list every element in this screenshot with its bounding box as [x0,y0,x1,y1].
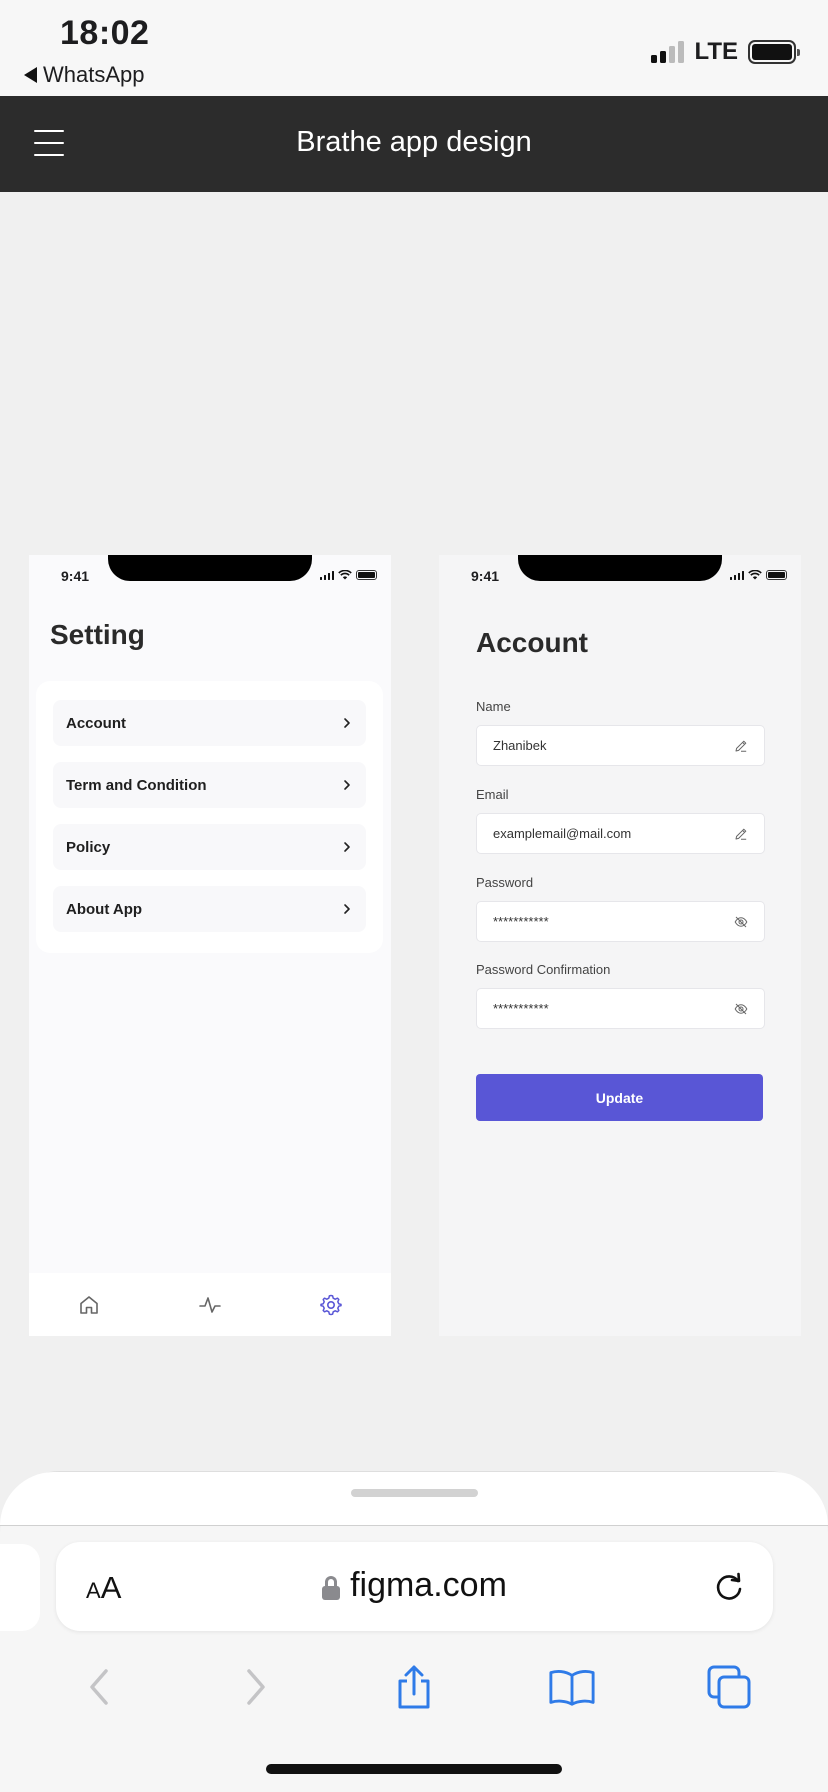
previous-tab-peek[interactable] [0,1544,40,1631]
share-button[interactable] [390,1663,438,1711]
password-field[interactable] [476,901,765,942]
eye-off-icon[interactable] [734,915,748,929]
url-text: figma.com [350,1566,507,1604]
phone-status-icons [729,570,787,580]
settings-item-terms[interactable]: Term and Condition [53,762,366,808]
sheet-header [0,1472,828,1526]
phone-clock: 9:41 [61,568,90,584]
phone-notch [108,555,312,581]
tab-settings[interactable] [316,1290,346,1320]
settings-item-label: Policy [66,838,111,856]
password-confirmation-label: Password Confirmation [476,962,611,977]
name-input[interactable] [493,738,713,753]
password-confirmation-input[interactable] [493,1001,713,1016]
cellular-signal-icon [651,41,685,63]
network-type: LTE [694,38,738,65]
chevron-right-icon [344,718,350,728]
file-title: Brathe app design [296,126,532,158]
safari-toolbar [0,1647,828,1727]
url-display[interactable]: figma.com [56,1566,773,1605]
page-title: Account [476,627,588,658]
password-confirmation-field[interactable] [476,988,765,1029]
signal-icon [729,570,744,580]
share-icon [398,1665,430,1709]
lock-icon [322,1575,341,1600]
pencil-icon[interactable] [734,827,748,841]
ios-status-bar: 18:02 WhatsApp LTE [0,0,828,96]
bookmarks-button[interactable] [548,1663,596,1711]
status-indicators: LTE [651,38,800,66]
settings-item-policy[interactable]: Policy [53,824,366,870]
account-screen-frame: 9:41 Account Name Email Password Passwor… [439,555,801,1336]
chevron-left-icon [90,1669,108,1705]
tabs-icon [707,1665,751,1709]
phone-battery-icon [356,570,377,580]
tab-activity[interactable] [195,1290,225,1320]
activity-icon [199,1296,221,1313]
safari-bottom-sheet: AA figma.com [0,1472,828,1792]
back-button[interactable] [75,1663,123,1711]
chevron-right-icon [344,842,350,852]
settings-item-account[interactable]: Account [53,700,366,746]
settings-item-label: About App [66,900,143,918]
phone-notch [518,555,722,581]
name-label: Name [476,699,511,714]
back-to-app-link[interactable]: WhatsApp [24,62,145,88]
chevron-right-icon [344,904,350,914]
sheet-grabber[interactable] [351,1489,478,1497]
setting-screen-frame: 9:41 Setting Account Term and Condition … [29,555,391,1336]
book-icon [549,1669,595,1706]
back-app-label: WhatsApp [43,62,145,87]
reload-icon[interactable] [711,1568,747,1604]
phone-status-icons [319,570,377,580]
settings-item-label: Account [66,714,126,732]
wifi-icon [748,570,762,580]
gear-icon [319,1294,342,1315]
battery-icon [748,40,800,64]
password-label: Password [476,875,534,890]
figma-header: Brathe app design [0,96,828,192]
settings-item-about[interactable]: About App [53,886,366,932]
password-input[interactable] [493,914,713,929]
email-label: Email [476,787,509,802]
chevron-right-icon [247,1669,266,1705]
address-bar[interactable]: AA figma.com [56,1542,773,1631]
chevron-right-icon [344,780,350,790]
phone-battery-icon [766,570,787,580]
back-triangle-icon [24,67,37,83]
forward-button[interactable] [232,1663,280,1711]
signal-icon [319,570,334,580]
clock: 18:02 [60,14,150,52]
name-field[interactable] [476,725,765,766]
pencil-icon[interactable] [734,739,748,753]
home-icon [80,1295,99,1314]
phone-clock: 9:41 [471,568,500,584]
email-input[interactable] [493,826,713,841]
eye-off-icon[interactable] [734,1002,748,1016]
tabs-button[interactable] [705,1663,753,1711]
settings-item-label: Term and Condition [66,776,207,794]
email-field[interactable] [476,813,765,854]
wifi-icon [338,570,352,580]
tab-bar [29,1273,391,1336]
tab-home[interactable] [74,1290,104,1320]
settings-card: Account Term and Condition Policy About … [36,681,383,953]
page-title: Setting [50,619,145,650]
home-indicator[interactable] [266,1764,562,1774]
update-button[interactable]: Update [476,1074,763,1121]
